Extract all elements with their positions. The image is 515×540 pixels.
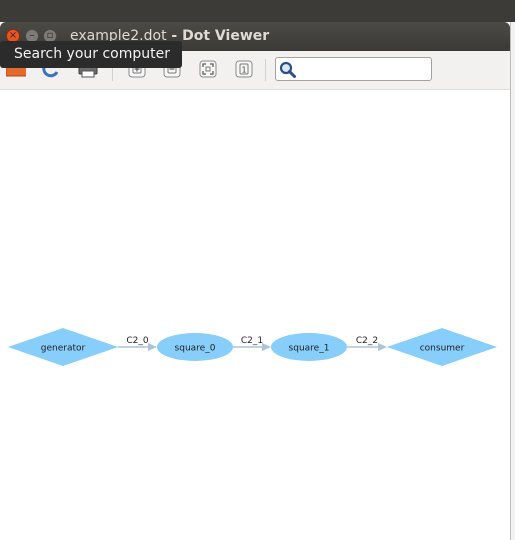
zoom-fit-icon — [199, 60, 217, 78]
edge-arrowhead — [148, 343, 157, 351]
edge-arrowhead — [262, 343, 271, 351]
graph-node-label: square_0 — [175, 344, 216, 354]
graph-node-label: generator — [41, 344, 86, 354]
graph-diagram[interactable]: C2_0 C2_1 C2_2 generator square_0 square_1 con… — [0, 111, 510, 540]
tooltip: Search your computer — [0, 41, 182, 68]
search-input[interactable] — [298, 60, 426, 78]
magnifier-icon — [279, 61, 296, 78]
desktop-top-bar — [0, 0, 515, 22]
zoom-100-icon: 1 — [235, 60, 253, 78]
window-title-app: Dot Viewer — [182, 28, 270, 44]
dot-viewer-window: × – ▫ example2.dot - Dot Viewer 1 C2_0 C… — [0, 22, 510, 540]
edge-label: C2_0 — [126, 336, 149, 346]
graph-node-label: consumer — [420, 344, 465, 354]
edge-label: C2_1 — [241, 336, 263, 346]
edge-arrowhead — [378, 343, 387, 351]
toolbar-separator — [265, 59, 266, 81]
window-border-right — [510, 22, 515, 540]
zoom-fit-button[interactable] — [198, 59, 218, 79]
search-box[interactable] — [275, 57, 432, 81]
zoom-100-button[interactable]: 1 — [234, 59, 254, 79]
edge-label: C2_2 — [356, 336, 378, 346]
graph-node-label: square_1 — [289, 344, 330, 354]
zoom-100-glyph: 1 — [241, 66, 246, 75]
graph-canvas[interactable]: C2_0 C2_1 C2_2 generator square_0 square_1 con… — [0, 111, 510, 540]
